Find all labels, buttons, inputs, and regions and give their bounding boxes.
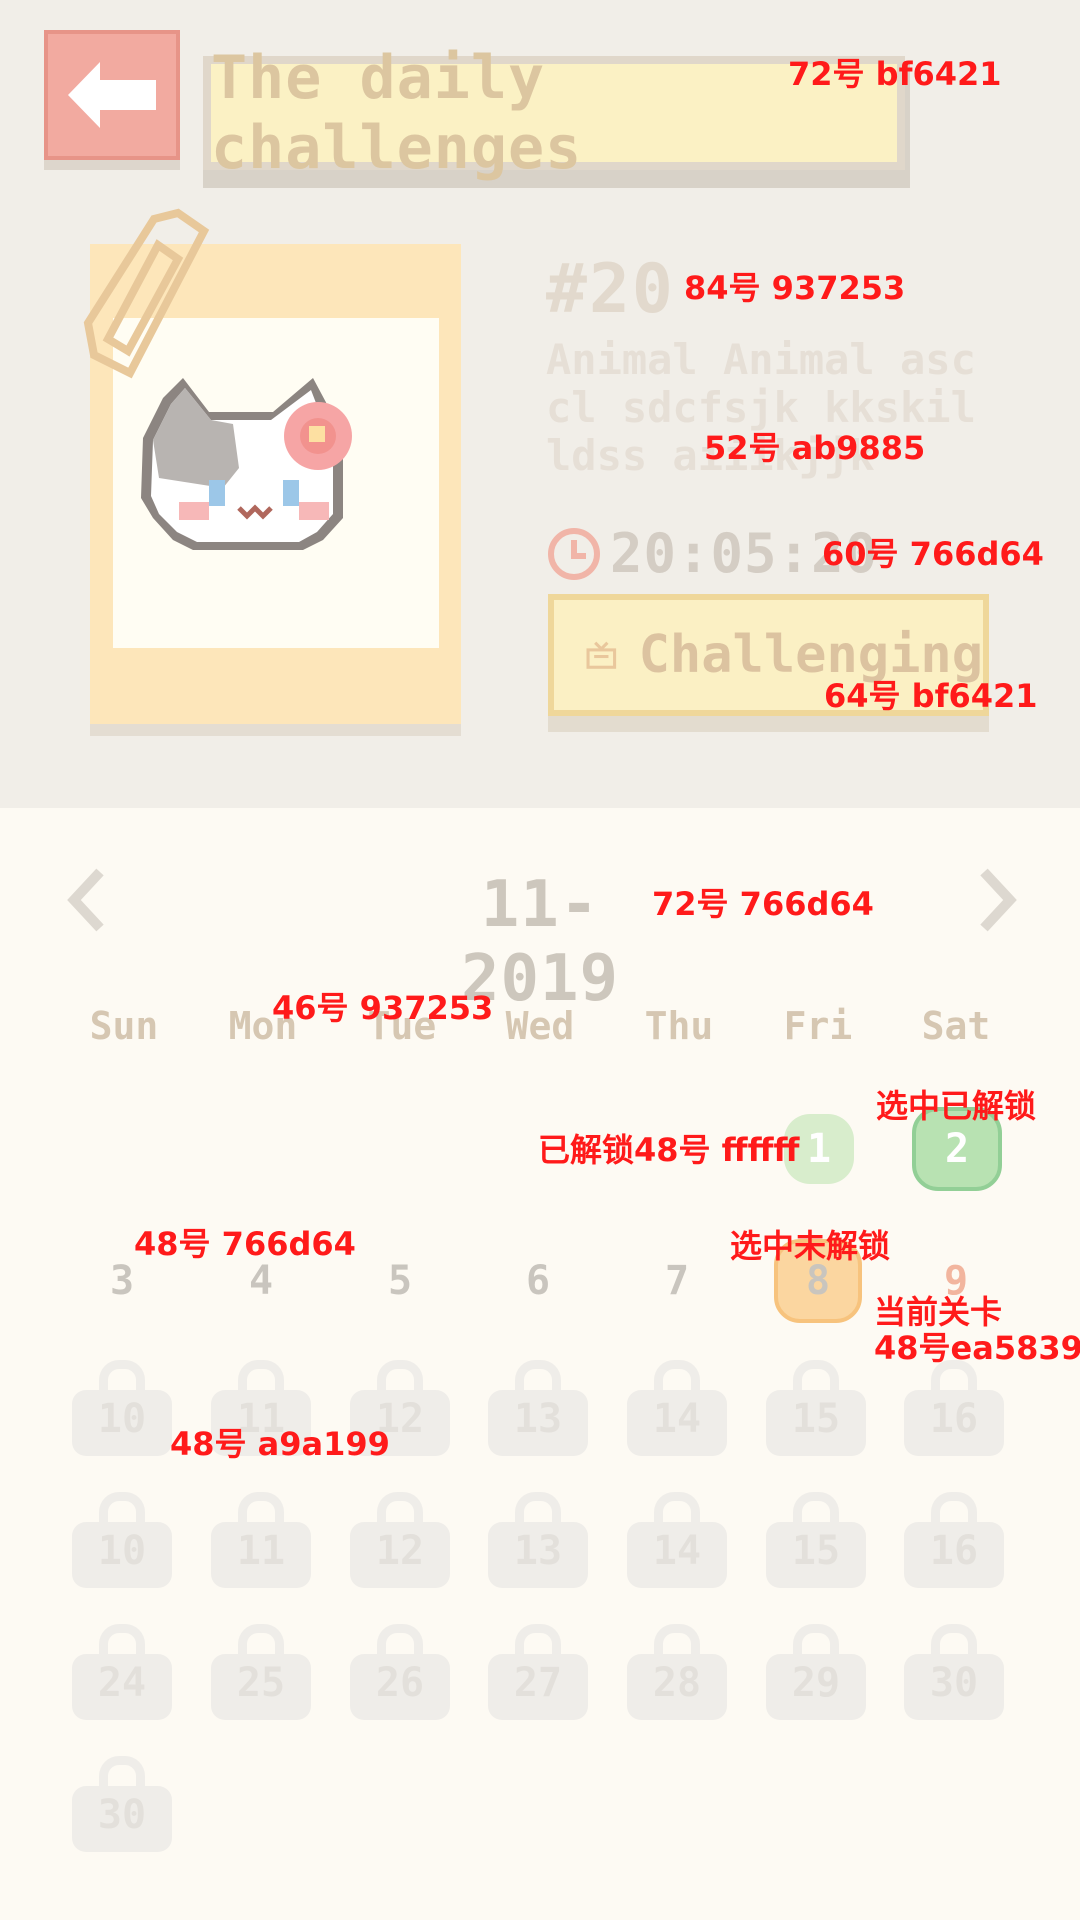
day-3[interactable]: 3 bbox=[67, 1236, 177, 1326]
locked-day[interactable]: 30 bbox=[72, 1756, 172, 1856]
locked-day[interactable]: 24 bbox=[72, 1624, 172, 1724]
locked-day[interactable]: 13 bbox=[488, 1360, 588, 1460]
weekday-fri: Fri bbox=[783, 1004, 853, 1048]
locked-day[interactable]: 15 bbox=[766, 1360, 866, 1460]
annotation-challenge: 64号 bf6421 bbox=[824, 677, 1038, 715]
locked-day[interactable]: 29 bbox=[766, 1624, 866, 1724]
weekday-sun: Sun bbox=[89, 1004, 159, 1048]
locked-day[interactable]: 16 bbox=[904, 1360, 1004, 1460]
day-7[interactable]: 7 bbox=[622, 1236, 732, 1326]
annotation-weekdays: 46号 937253 bbox=[272, 989, 494, 1027]
level-number: #20 bbox=[546, 250, 675, 329]
locked-day[interactable]: 10 bbox=[72, 1492, 172, 1592]
clock-icon bbox=[548, 527, 600, 580]
annotation-number: 84号 937253 bbox=[684, 269, 906, 307]
annotation-title: 72号 bf6421 bbox=[788, 55, 1002, 93]
locked-day[interactable]: 25 bbox=[211, 1624, 311, 1724]
annotation-unlocked: 已解锁48号 ffffff bbox=[538, 1131, 800, 1169]
annotation-month: 72号 766d64 bbox=[652, 885, 874, 923]
locked-day[interactable]: 26 bbox=[350, 1624, 450, 1724]
annotation-timer: 60号 766d64 bbox=[822, 535, 1044, 573]
locked-day[interactable]: 28 bbox=[627, 1624, 727, 1724]
day-2-label: 2 bbox=[944, 1126, 970, 1172]
weekday-thu: Thu bbox=[644, 1004, 714, 1048]
back-button[interactable] bbox=[44, 30, 180, 160]
locked-day[interactable]: 15 bbox=[766, 1492, 866, 1592]
locked-day[interactable]: 30 bbox=[904, 1624, 1004, 1724]
locked-day[interactable]: 16 bbox=[904, 1492, 1004, 1592]
arrow-left-icon bbox=[68, 62, 156, 128]
next-month-icon[interactable] bbox=[978, 868, 1018, 932]
day-6[interactable]: 6 bbox=[483, 1236, 593, 1326]
annotation-selected-unlocked: 选中已解锁 bbox=[876, 1087, 1037, 1125]
locked-day[interactable]: 27 bbox=[488, 1624, 588, 1724]
day-4[interactable]: 4 bbox=[206, 1236, 316, 1326]
locked-day[interactable]: 14 bbox=[627, 1360, 727, 1460]
day-1-label: 1 bbox=[806, 1126, 832, 1172]
day-5[interactable]: 5 bbox=[345, 1236, 455, 1326]
annotation-selected-locked: 选中未解锁 bbox=[730, 1227, 891, 1265]
locked-day[interactable]: 10 bbox=[72, 1360, 172, 1460]
weekday-sat: Sat bbox=[921, 1004, 991, 1048]
challenge-label: Challenging bbox=[638, 625, 983, 685]
prev-month-icon[interactable] bbox=[66, 868, 106, 932]
annotation-locked: 48号 a9a199 bbox=[170, 1425, 390, 1463]
locked-day[interactable]: 13 bbox=[488, 1492, 588, 1592]
locked-day[interactable]: 12 bbox=[350, 1492, 450, 1592]
locked-day[interactable]: 14 bbox=[627, 1492, 727, 1592]
annotation-description: 52号 ab9885 bbox=[704, 429, 926, 467]
tv-icon bbox=[586, 641, 617, 669]
paperclip-icon bbox=[83, 208, 210, 379]
annotation-current-1: 当前关卡 bbox=[874, 1293, 1003, 1331]
locked-day[interactable]: 11 bbox=[211, 1492, 311, 1592]
